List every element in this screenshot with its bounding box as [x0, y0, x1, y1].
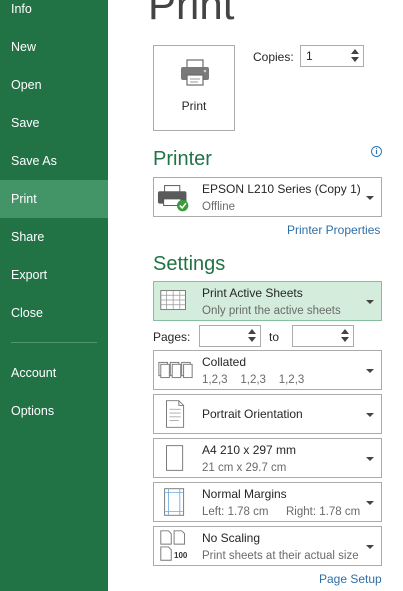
collation-title: Collated [202, 355, 247, 369]
margins-right-value: Right: 1.78 cm [286, 506, 361, 518]
printer-heading: Printer [153, 148, 212, 170]
margins-select[interactable]: Normal Margins Left: 1.78 cm Right: 1.78… [153, 482, 382, 522]
copies-stepper[interactable]: 1 [300, 45, 364, 67]
nav-save-as[interactable]: Save As [0, 142, 108, 180]
printer-icon [181, 59, 209, 86]
scaling-subtitle: Print sheets at their actual size [202, 550, 359, 562]
dropdown-arrow-icon [366, 196, 374, 200]
portrait-page-icon [166, 400, 185, 428]
nav-print[interactable]: Print [0, 180, 108, 218]
page-title: Print [148, 0, 235, 28]
collated-pages-icon [158, 361, 193, 379]
nav-separator [11, 342, 97, 343]
dropdown-arrow-icon [366, 501, 374, 505]
nav-save[interactable]: Save [0, 104, 108, 142]
dropdown-arrow-icon [366, 369, 374, 373]
printer-ready-icon [157, 185, 189, 212]
nav-export[interactable]: Export [0, 256, 108, 294]
nav-new[interactable]: New [0, 28, 108, 66]
print-button[interactable]: Print [153, 45, 235, 131]
chevron-down-icon [341, 337, 349, 342]
dropdown-arrow-icon [366, 300, 374, 304]
printer-status: Offline [202, 201, 236, 213]
chevron-down-icon [248, 337, 256, 342]
pages-to-label: to [269, 330, 280, 344]
copies-decrement-button[interactable] [350, 55, 360, 65]
dropdown-arrow-icon [366, 413, 374, 417]
printer-properties-link[interactable]: Printer Properties [287, 223, 380, 237]
scaling-title: No Scaling [202, 531, 261, 545]
pages-to-stepper[interactable] [292, 325, 354, 347]
chevron-up-icon [248, 329, 256, 334]
info-icon[interactable]: i [371, 146, 382, 157]
dropdown-arrow-icon [366, 545, 374, 549]
collation-subtitle: 1,2,3 1,2,3 1,2,3 [202, 374, 305, 386]
settings-heading: Settings [153, 253, 226, 275]
chevron-up-icon [341, 329, 349, 334]
pages-to-decrement[interactable] [340, 335, 350, 345]
page-setup-link[interactable]: Page Setup [319, 572, 382, 586]
backstage-sidebar: Info New Open Save Save As Print Share E… [0, 0, 108, 591]
pages-label: Pages: [153, 330, 191, 344]
orientation-select[interactable]: Portrait Orientation [153, 394, 382, 434]
collation-select[interactable]: Collated 1,2,3 1,2,3 1,2,3 [153, 350, 382, 390]
nav-close[interactable]: Close [0, 294, 108, 332]
margins-left-value: Left: 1.78 cm [202, 506, 269, 518]
printer-name: EPSON L210 Series (Copy 1) [202, 182, 361, 196]
scaling-select[interactable]: 100 No Scaling Print sheets at their act… [153, 526, 382, 566]
pages-from-decrement[interactable] [247, 335, 257, 345]
copies-label: Copies: [253, 50, 294, 64]
nav-open[interactable]: Open [0, 66, 108, 104]
sheets-grid-icon [160, 290, 186, 311]
nav-share[interactable]: Share [0, 218, 108, 256]
orientation-title: Portrait Orientation [202, 407, 303, 421]
nav-options[interactable]: Options [0, 392, 108, 430]
scaling-icon-label: 100 [174, 551, 188, 560]
print-what-subtitle: Only print the active sheets [202, 305, 341, 317]
chevron-down-icon [351, 57, 359, 62]
chevron-up-icon [351, 49, 359, 54]
printer-select[interactable]: EPSON L210 Series (Copy 1) Offline [153, 177, 382, 217]
pages-from-stepper[interactable] [199, 325, 261, 347]
margins-icon [164, 488, 185, 516]
print-what-select[interactable]: Print Active Sheets Only print the activ… [153, 281, 382, 321]
paper-size-icon [166, 445, 184, 471]
copies-value[interactable]: 1 [306, 49, 313, 63]
margins-title: Normal Margins [202, 487, 287, 501]
print-what-title: Print Active Sheets [202, 286, 303, 300]
paper-size-title: A4 210 x 297 mm [202, 443, 297, 457]
dropdown-arrow-icon [366, 457, 374, 461]
print-button-label: Print [181, 99, 207, 113]
paper-size-select[interactable]: A4 210 x 297 mm 21 cm x 29.7 cm [153, 438, 382, 478]
paper-size-subtitle: 21 cm x 29.7 cm [202, 462, 287, 474]
nav-account[interactable]: Account [0, 354, 108, 392]
nav-info[interactable]: Info [0, 0, 108, 28]
